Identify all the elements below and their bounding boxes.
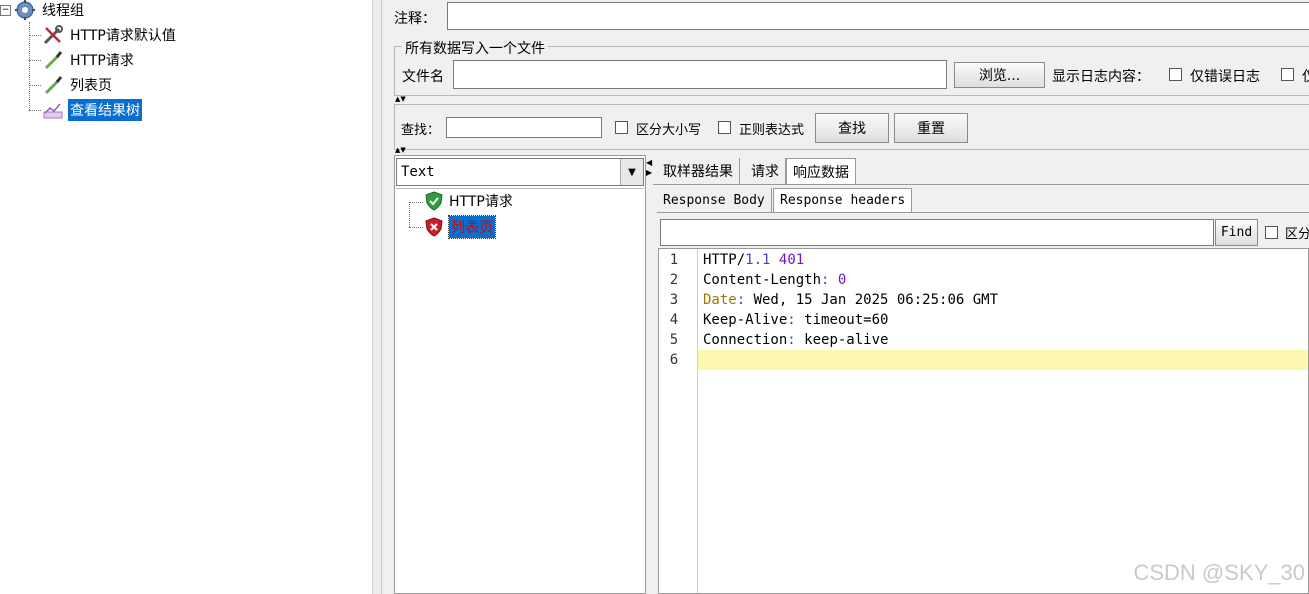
sample-label: HTTP请求: [449, 194, 513, 210]
success-only-label: 仅: [1302, 66, 1309, 86]
tree-item-view-results-tree[interactable]: 查看结果树: [42, 98, 142, 122]
search-input[interactable]: [446, 117, 602, 138]
error-shield-icon: [424, 217, 444, 237]
code-line: Keep-Alive: timeout=60: [703, 312, 889, 328]
case-sensitive-label: 区分大小写: [636, 123, 702, 138]
chevron-down-icon[interactable]: ▼: [620, 159, 643, 185]
tree-item-label: 列表页: [70, 78, 112, 94]
collapse-toggle-icon[interactable]: −: [0, 4, 11, 16]
find-input[interactable]: [660, 219, 1214, 246]
detail-pane: 取样器结果 请求 响应数据 Response Body Response hea…: [653, 155, 1309, 594]
renderer-select[interactable]: Text ▼: [396, 158, 644, 186]
tree-root-label: 线程组: [42, 3, 84, 19]
comment-input[interactable]: [447, 2, 1309, 30]
tree-item-label: 查看结果树: [68, 99, 142, 121]
test-plan-tree: − 线程组 HTTP请求默认值 HTTP请求 列表页 查看结果树: [0, 0, 372, 594]
tree-connector: [29, 60, 41, 61]
file-group-title: 所有数据写入一个文件: [402, 38, 548, 58]
tree-root-thread-group[interactable]: − 线程组: [0, 0, 86, 22]
sub-tabbar: Response Body Response headers: [657, 188, 1309, 213]
vertical-splitter[interactable]: [372, 0, 382, 594]
line-number: 3: [669, 292, 679, 308]
errors-only-checkbox[interactable]: [1169, 68, 1182, 81]
line-number: 1: [669, 252, 679, 268]
tab-response-data[interactable]: 响应数据: [786, 158, 856, 184]
regex-label: 正则表达式: [739, 123, 805, 138]
tree-connector: [29, 85, 41, 86]
renderer-select-value: Text: [401, 164, 435, 180]
line-number: 2: [669, 272, 679, 288]
response-headers-editor[interactable]: 1 2 3 4 5 6 HTTP/1.1 401 Content-Length:…: [658, 248, 1309, 594]
find-text-button[interactable]: Find: [1215, 219, 1258, 246]
divider: [396, 188, 644, 189]
sample-label: 列表页: [448, 215, 496, 239]
tab-response-body[interactable]: Response Body: [657, 188, 772, 212]
tree-connector: [409, 202, 410, 227]
tab-request[interactable]: 请求: [745, 158, 786, 184]
split-arrows-icon[interactable]: ▲▼: [395, 147, 406, 154]
split-arrows-icon[interactable]: ▲▼: [395, 96, 406, 103]
tree-item-label: HTTP请求: [70, 53, 134, 69]
line-number: 5: [669, 332, 679, 348]
current-line-highlight: [698, 350, 1308, 370]
pipette-icon: [42, 49, 64, 71]
tab-response-headers[interactable]: Response headers: [773, 188, 913, 212]
code-line: Date: Wed, 15 Jan 2025 06:25:06 GMT: [703, 292, 999, 308]
filename-label: 文件名: [402, 69, 444, 85]
sample-item-selected[interactable]: 列表页: [424, 215, 496, 239]
code-line: Connection: keep-alive: [703, 332, 889, 348]
search-label: 查找：: [401, 123, 441, 138]
log-content-label: 显示日志内容：: [1052, 69, 1150, 85]
tree-item-list-page[interactable]: 列表页: [42, 73, 114, 97]
tree-item-http-request[interactable]: HTTP请求: [42, 48, 136, 72]
tree-connector: [29, 35, 41, 36]
tree-connector: [409, 202, 423, 203]
sample-item[interactable]: HTTP请求: [424, 191, 513, 211]
success-only-checkbox[interactable]: [1281, 68, 1294, 81]
wrench-icon: [42, 24, 64, 46]
code-line: Content-Length: 0: [703, 272, 847, 288]
code-line: HTTP/1.1 401: [703, 252, 805, 268]
line-gutter: 1 2 3 4 5 6: [659, 249, 698, 593]
find-case-label: 区分: [1285, 227, 1309, 242]
regex-checkbox[interactable]: [718, 121, 731, 134]
line-number: 6: [669, 352, 679, 368]
graph-icon: [42, 99, 64, 121]
tree-item-http-defaults[interactable]: HTTP请求默认值: [42, 23, 178, 47]
gear-icon: [14, 0, 36, 21]
line-number: 4: [669, 312, 679, 328]
tab-sampler-result[interactable]: 取样器结果: [657, 158, 740, 184]
reset-button[interactable]: 重置: [894, 113, 968, 143]
success-shield-icon: [424, 191, 444, 211]
comment-label: 注释：: [394, 11, 436, 27]
browse-button[interactable]: 浏览...: [954, 62, 1045, 88]
main-tabbar: 取样器结果 请求 响应数据: [653, 158, 1309, 185]
tree-connector: [29, 110, 41, 111]
find-button[interactable]: 查找: [815, 113, 889, 143]
find-case-checkbox[interactable]: [1265, 226, 1278, 239]
watermark: CSDN @SKY_30: [1133, 560, 1305, 585]
case-sensitive-checkbox[interactable]: [615, 121, 628, 134]
filename-input[interactable]: [453, 60, 947, 89]
pipette-icon: [42, 74, 64, 96]
errors-only-label: 仅错误日志: [1190, 69, 1260, 85]
tree-item-label: HTTP请求默认值: [70, 28, 176, 44]
tree-connector: [409, 227, 423, 228]
collapse-arrows-icon[interactable]: ◀ ▶: [646, 158, 652, 178]
results-tree-panel: 注释： 所有数据写入一个文件 文件名 浏览... 显示日志内容： 仅错误日志 仅…: [382, 0, 1309, 594]
